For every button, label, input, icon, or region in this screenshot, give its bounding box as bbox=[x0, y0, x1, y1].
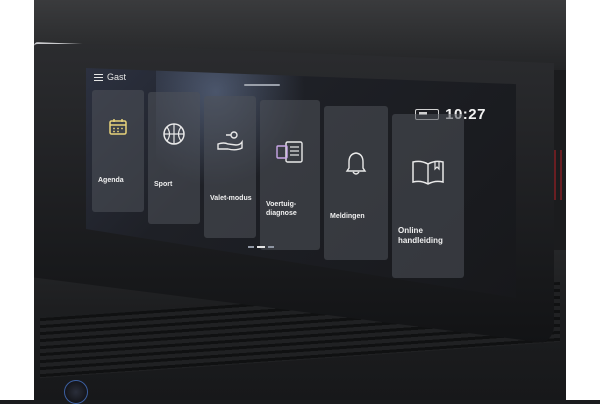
tile-notifications[interactable]: Meldingen bbox=[324, 106, 388, 260]
page-dot-active[interactable] bbox=[257, 246, 265, 248]
page-dot[interactable] bbox=[268, 246, 274, 248]
tile-online-manual[interactable]: Online handleiding bbox=[392, 114, 464, 278]
hand-key-icon bbox=[204, 130, 256, 157]
hamburger-icon[interactable] bbox=[94, 73, 103, 81]
clipboard-icon bbox=[260, 140, 320, 169]
volume-knob[interactable] bbox=[64, 380, 88, 404]
tile-label: Sport bbox=[154, 181, 173, 188]
tile-label: Online handleiding bbox=[398, 226, 443, 245]
tile-sport[interactable]: Sport bbox=[148, 92, 200, 224]
tile-label: Voertuig- diagnose bbox=[266, 201, 297, 217]
tile-label: Valet-modus bbox=[210, 195, 252, 202]
top-left-menu[interactable]: Gast bbox=[94, 72, 126, 82]
bell-icon bbox=[324, 150, 388, 181]
tile-label: Meldingen bbox=[330, 213, 365, 220]
tile-vehicle-diagnosis[interactable]: Voertuig- diagnose bbox=[260, 100, 320, 250]
page-dot[interactable] bbox=[248, 246, 254, 248]
ball-icon bbox=[148, 122, 200, 151]
user-label[interactable]: Gast bbox=[107, 72, 126, 82]
frame-bar-right bbox=[566, 0, 600, 400]
drag-handle[interactable] bbox=[244, 84, 280, 86]
frame-bar-left bbox=[0, 0, 34, 400]
tile-agenda[interactable]: Agenda bbox=[92, 90, 144, 212]
page-indicator bbox=[248, 246, 274, 248]
book-icon bbox=[392, 158, 464, 191]
tile-valet-mode[interactable]: Valet-modus bbox=[204, 96, 256, 238]
calendar-icon bbox=[92, 118, 144, 141]
tile-label: Agenda bbox=[98, 177, 124, 184]
